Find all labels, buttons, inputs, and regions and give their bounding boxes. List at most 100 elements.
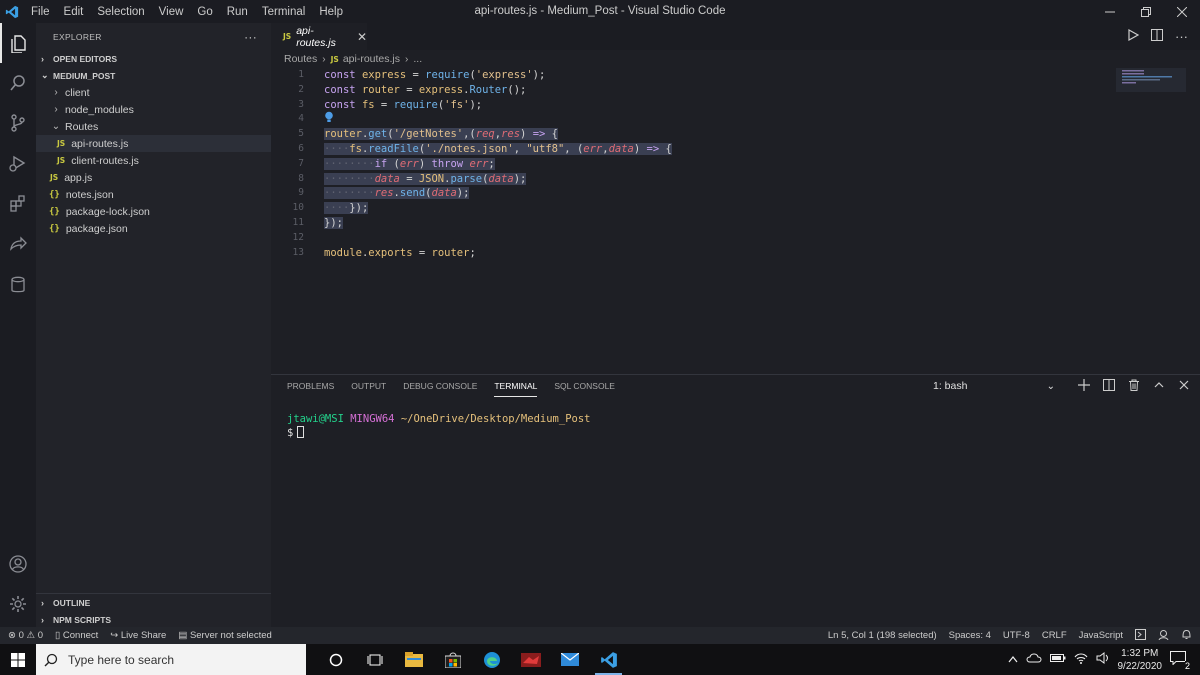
task-view-icon[interactable] (355, 644, 394, 675)
open-editors-section[interactable]: › OPEN EDITORS (36, 50, 271, 67)
tab-api-routes[interactable]: JS api-routes.js ✕ (271, 23, 367, 50)
line-number: 13 (292, 246, 304, 258)
explorer-icon[interactable] (0, 23, 36, 63)
breadcrumb-folder[interactable]: Routes (284, 53, 317, 65)
more-actions-icon[interactable]: ··· (1175, 29, 1188, 44)
tree-item-label: notes.json (65, 188, 114, 201)
terminal-select-value: 1: bash (933, 380, 968, 392)
close-icon[interactable]: ✕ (357, 30, 367, 44)
close-window-button[interactable] (1164, 0, 1200, 23)
json-file-icon: {} (49, 223, 60, 234)
menu-run[interactable]: Run (220, 6, 255, 18)
code-line-6: ····fs.readFile('./notes.json', "utf8", … (324, 142, 672, 155)
minimap[interactable] (1116, 68, 1186, 92)
battery-icon[interactable] (1049, 653, 1066, 666)
json-file-icon: {} (49, 189, 60, 200)
close-icon[interactable] (1178, 379, 1190, 394)
tab-sql-console[interactable]: SQL CONSOLE (554, 375, 615, 397)
tree-file-app[interactable]: JS app.js (36, 169, 271, 186)
npm-scripts-section[interactable]: › NPM SCRIPTS (36, 611, 271, 628)
volume-icon[interactable] (1096, 652, 1110, 667)
end-of-line[interactable]: CRLF (1042, 630, 1067, 641)
code-editor[interactable]: 1 2 3 4 5 6 7 8 9 10 11 12 13 const expr… (271, 68, 1200, 374)
breadcrumb-file[interactable]: api-routes.js (343, 53, 400, 65)
code-line-8: ········data = JSON.parse(data); (324, 172, 527, 185)
menu-help[interactable]: Help (312, 6, 350, 18)
tree-file-notes-json[interactable]: {} notes.json (36, 186, 271, 203)
add-icon[interactable] (1078, 378, 1090, 394)
language-mode[interactable]: JavaScript (1079, 630, 1123, 641)
indentation[interactable]: Spaces: 4 (949, 630, 991, 641)
taskbar-search[interactable]: Type here to search (36, 644, 306, 675)
account-icon[interactable] (0, 544, 36, 584)
line-number: 2 (298, 83, 304, 95)
project-section[interactable]: ⌄ MEDIUM_POST (36, 67, 271, 84)
cursor-position[interactable]: Ln 5, Col 1 (198 selected) (828, 630, 937, 641)
menu-go[interactable]: Go (190, 6, 219, 18)
tree-file-package-lock[interactable]: {} package-lock.json (36, 203, 271, 220)
tree-file-client-routes[interactable]: JS client-routes.js (36, 152, 271, 169)
wifi-icon[interactable] (1074, 652, 1088, 667)
terminal-output[interactable]: jtawi@MSI MINGW64 ~/OneDrive/Desktop/Med… (287, 412, 590, 440)
restore-button[interactable] (1128, 0, 1164, 23)
database-icon[interactable] (0, 265, 36, 305)
feedback-icon[interactable] (1158, 629, 1169, 643)
problems-status[interactable]: ⊗ 0 ⚠ 0 (8, 630, 43, 641)
chevron-up-icon[interactable] (1008, 654, 1018, 666)
run-icon[interactable] (1127, 28, 1140, 44)
menu-edit[interactable]: Edit (57, 6, 91, 18)
split-editor-icon[interactable] (1151, 29, 1163, 44)
mail-icon[interactable] (550, 644, 589, 675)
file-explorer-icon[interactable] (394, 644, 433, 675)
tab-terminal[interactable]: TERMINAL (494, 375, 538, 397)
source-control-icon[interactable] (0, 103, 36, 143)
trash-icon[interactable] (1128, 379, 1140, 394)
connect-status[interactable]: ▯ Connect (55, 630, 98, 641)
menu-view[interactable]: View (152, 6, 191, 18)
chevron-up-icon[interactable] (1153, 379, 1165, 394)
split-terminal-icon[interactable] (1103, 378, 1115, 394)
breadcrumb-more[interactable]: ... (413, 53, 422, 65)
live-share-status[interactable]: ↪ Live Share (110, 630, 166, 641)
breadcrumb: Routes › JS api-routes.js › ... (271, 50, 1200, 68)
clock[interactable]: 1:32 PM 9/22/2020 (1118, 647, 1163, 673)
search-icon[interactable] (0, 63, 36, 103)
cloud-icon[interactable] (1026, 653, 1042, 666)
tree-file-api-routes[interactable]: JS api-routes.js (36, 135, 271, 152)
tab-output[interactable]: OUTPUT (351, 375, 386, 397)
tab-problems[interactable]: PROBLEMS (287, 375, 334, 397)
notifications-bell-icon[interactable] (1181, 629, 1192, 643)
settings-gear-icon[interactable] (0, 584, 36, 624)
line-number: 12 (292, 231, 304, 243)
vscode-taskbar-icon[interactable] (589, 644, 628, 675)
tree-folder-routes[interactable]: ⌄ Routes (36, 118, 271, 135)
line-number: 11 (292, 216, 304, 228)
extensions-icon[interactable] (0, 183, 36, 223)
terminal-toggle-icon[interactable] (1135, 628, 1146, 643)
more-actions-icon[interactable]: ··· (244, 30, 257, 44)
action-center-icon[interactable]: 2 (1170, 650, 1190, 671)
store-icon[interactable] (433, 644, 472, 675)
tree-folder-client[interactable]: › client (36, 84, 271, 101)
windows-start-icon[interactable] (0, 644, 36, 675)
title-bar: File Edit Selection View Go Run Terminal… (0, 0, 1200, 23)
tree-file-package[interactable]: {} package.json (36, 220, 271, 237)
menu-file[interactable]: File (24, 6, 57, 18)
minimize-button[interactable] (1092, 0, 1128, 23)
tree-folder-node-modules[interactable]: › node_modules (36, 101, 271, 118)
encoding[interactable]: UTF-8 (1003, 630, 1030, 641)
game-app-icon[interactable] (511, 644, 550, 675)
live-share-icon[interactable] (0, 223, 36, 263)
code-line-7: ········if (err) throw err; (324, 157, 495, 170)
tab-debug-console[interactable]: DEBUG CONSOLE (403, 375, 477, 397)
cortana-icon[interactable] (316, 644, 355, 675)
server-status[interactable]: ▤ Server not selected (178, 630, 271, 641)
chevron-right-icon: › (54, 104, 58, 115)
menu-terminal[interactable]: Terminal (255, 6, 312, 18)
edge-browser-icon[interactable] (472, 644, 511, 675)
outline-section[interactable]: › OUTLINE (36, 594, 271, 611)
menu-selection[interactable]: Selection (90, 6, 151, 18)
code-line-3: const fs = require('fs'); (324, 98, 483, 111)
terminal-select[interactable]: 1: bash ⌄ (929, 377, 1059, 395)
run-debug-icon[interactable] (0, 143, 36, 183)
